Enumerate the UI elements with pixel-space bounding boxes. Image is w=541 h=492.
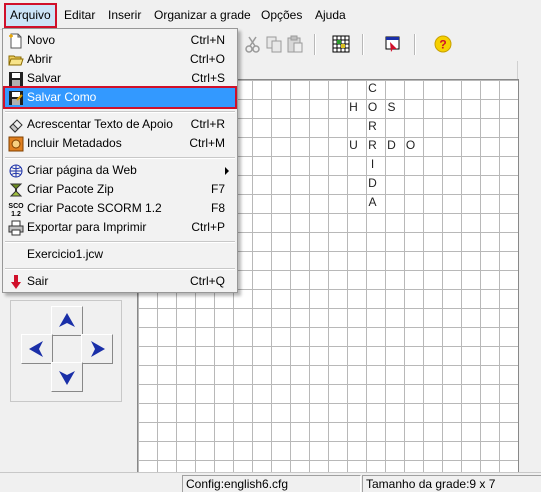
toolbar-separator (414, 34, 416, 55)
menu-arquivo[interactable]: Arquivo (4, 3, 57, 28)
floppy-disk-icon (8, 71, 24, 87)
grid-letter: R (368, 138, 377, 152)
vertical-scrollbar[interactable] (517, 61, 541, 472)
grid-letter: H (349, 100, 358, 114)
help-icon[interactable]: ? (432, 33, 454, 55)
menu-ajuda[interactable]: Ajuda (311, 5, 350, 25)
arrow-up-icon (59, 313, 75, 327)
web-page-icon (8, 163, 24, 179)
grid-letter: S (387, 100, 396, 114)
grid-letter: D (368, 176, 377, 190)
svg-text:SCO: SCO (8, 203, 24, 210)
menu-separator (5, 241, 235, 243)
menu-item-sair[interactable]: Sair Ctrl+Q (5, 272, 235, 291)
zip-icon (8, 182, 24, 198)
status-grid-size: Tamanho da grade:9 x 7 (362, 475, 541, 492)
menu-item-abrir[interactable]: Abrir Ctrl+O (5, 50, 235, 69)
menu-item-recent-file[interactable]: Exercicio1.jcw (5, 245, 235, 264)
arrow-up-button[interactable] (51, 306, 83, 336)
cut-icon[interactable] (242, 33, 264, 55)
exit-arrow-icon (8, 274, 24, 290)
menu-item-novo[interactable]: Novo Ctrl+N (5, 31, 235, 50)
eraser-icon (8, 117, 24, 133)
save-as-icon (8, 90, 24, 106)
arrow-down-button[interactable] (51, 362, 83, 392)
menu-separator (5, 268, 235, 270)
status-bar: Config:english6.cfg Tamanho da grade:9 x… (0, 472, 541, 492)
toolbar-separator (314, 34, 316, 55)
scorm-icon: SCO 1.2 (8, 201, 24, 218)
menu-item-salvar[interactable]: Salvar Ctrl+S (5, 69, 235, 88)
menu-item-salvar-como[interactable]: Salvar Como (3, 86, 237, 109)
menu-separator (5, 157, 235, 159)
metadata-icon (8, 136, 24, 152)
menu-inserir[interactable]: Inserir (104, 5, 145, 25)
new-file-icon (8, 33, 24, 49)
grid-letter: C (368, 81, 377, 95)
arrow-right-button[interactable] (81, 334, 113, 364)
menu-editar[interactable]: Editar (60, 5, 99, 25)
arrow-right-icon (91, 341, 105, 357)
submenu-arrow-icon (225, 167, 229, 175)
copy-icon[interactable] (263, 33, 285, 55)
grid-icon[interactable] (330, 33, 352, 55)
toolbar: ? (238, 29, 541, 61)
status-config: Config:english6.cfg (182, 475, 361, 492)
menu-item-criar-pagina-web[interactable]: Criar página da Web (5, 161, 235, 180)
file-menu: Novo Ctrl+N Abrir Ctrl+O Salvar Ctrl+S S… (2, 28, 238, 293)
grid-letter: O (405, 138, 416, 152)
grid-letter: U (349, 138, 358, 152)
svg-text:1.2: 1.2 (11, 211, 21, 217)
grid-letter: O (367, 100, 378, 114)
menu-item-exportar-imprimir[interactable]: Exportar para Imprimir Ctrl+P (5, 218, 235, 237)
arrow-left-icon (29, 341, 43, 357)
menu-item-acrescentar-texto[interactable]: Acrescentar Texto de Apoio Ctrl+R (5, 115, 235, 134)
menu-item-incluir-metadados[interactable]: Incluir Metadados Ctrl+M (5, 134, 235, 153)
grid-letter: R (368, 119, 377, 133)
grid-letter: D (387, 138, 396, 152)
menu-organizar-a-grade[interactable]: Organizar a grade (150, 5, 255, 25)
arrow-panel (10, 300, 122, 402)
menu-item-criar-pacote-scorm[interactable]: SCO 1.2 Criar Pacote SCORM 1.2 F8 (5, 199, 235, 218)
paste-icon[interactable] (284, 33, 306, 55)
grid-letter: I (370, 157, 375, 171)
open-folder-icon (8, 52, 24, 68)
toolbar-separator (362, 34, 364, 55)
menu-item-criar-pacote-zip[interactable]: Criar Pacote Zip F7 (5, 180, 235, 199)
grid-letter: A (368, 195, 377, 209)
arrow-down-icon (59, 371, 75, 385)
printer-icon (8, 220, 24, 236)
web-export-icon[interactable] (382, 33, 404, 55)
menu-opcoes[interactable]: Opções (257, 5, 306, 25)
arrow-left-button[interactable] (21, 334, 53, 364)
menu-bar: Arquivo Editar Inserir Organizar a grade… (0, 0, 541, 30)
menu-separator (5, 111, 235, 113)
svg-text:?: ? (439, 38, 446, 52)
